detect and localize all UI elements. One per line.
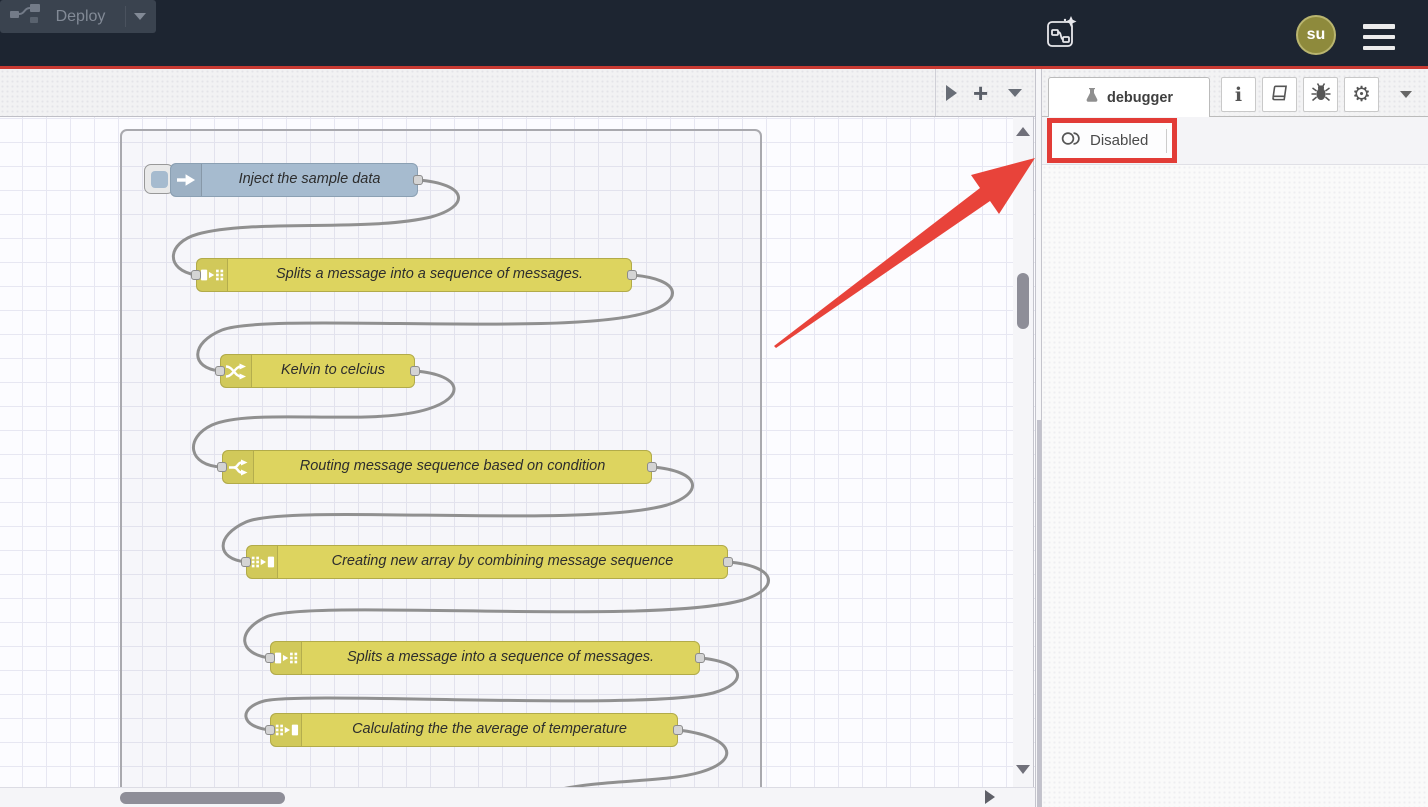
bug-button[interactable] <box>1303 77 1338 112</box>
hamburger-menu-icon[interactable] <box>1363 24 1395 50</box>
node-join-2[interactable]: Calculating the the average of temperatu… <box>270 713 678 747</box>
deploy-label: Deploy <box>40 8 121 26</box>
node-switch[interactable]: Routing message sequence based on condit… <box>222 450 652 484</box>
book-button[interactable] <box>1262 77 1297 112</box>
workspace-tab-actions: + <box>935 69 1036 116</box>
scroll-down-icon[interactable] <box>1016 765 1030 774</box>
node-split-1[interactable]: Splits a message into a sequence of mess… <box>196 258 632 292</box>
node-join-1[interactable]: Creating new array by combining message … <box>246 545 728 579</box>
chevron-down-icon[interactable] <box>1008 89 1022 97</box>
debug-sidebar-toolbar: Disabled <box>1042 117 1428 165</box>
flask-icon <box>1085 87 1099 108</box>
node-output-port[interactable] <box>413 175 423 185</box>
node-output-port[interactable] <box>410 366 420 376</box>
info-button[interactable]: i <box>1221 77 1256 112</box>
flow-sparkle-icon <box>1042 14 1080 57</box>
node-label: Kelvin to celcius <box>252 355 414 387</box>
canvas-horizontal-scrollbar[interactable] <box>0 787 1035 807</box>
chevron-down-icon[interactable] <box>134 13 146 20</box>
join-icon <box>247 546 278 578</box>
node-output-port[interactable] <box>695 653 705 663</box>
split-icon <box>197 259 228 291</box>
node-input-port[interactable] <box>191 270 201 280</box>
shuffle-arrows-icon <box>221 355 252 387</box>
node-output-port[interactable] <box>723 557 733 567</box>
deploy-button[interactable]: Deploy <box>0 0 156 33</box>
sidebar-resize-handle[interactable] <box>1035 69 1042 807</box>
join-icon <box>271 714 302 746</box>
node-change[interactable]: Kelvin to celcius <box>220 354 415 388</box>
plus-icon[interactable]: + <box>973 83 988 103</box>
node-split-2[interactable]: Splits a message into a sequence of mess… <box>270 641 700 675</box>
play-right-icon[interactable] <box>946 85 957 101</box>
deploy-nodes-icon <box>10 4 40 29</box>
node-output-port[interactable] <box>673 725 683 735</box>
node-input-port[interactable] <box>241 557 251 567</box>
horizontal-scroll-thumb[interactable] <box>120 792 285 804</box>
toggle-off-icon <box>1061 131 1082 150</box>
tab-debugger[interactable]: debugger <box>1048 77 1210 117</box>
split-icon <box>271 642 302 674</box>
node-output-port[interactable] <box>627 270 637 280</box>
debug-messages-panel[interactable] <box>1042 165 1428 807</box>
avatar-initials: su <box>1307 26 1326 44</box>
node-label: Inject the sample data <box>202 164 417 196</box>
tab-label: debugger <box>1107 90 1173 106</box>
ai-assistant-button[interactable] <box>1042 16 1080 54</box>
node-red-editor: Deploy su <box>0 0 1428 807</box>
node-label: Splits a message into a sequence of mess… <box>302 642 699 674</box>
chevron-down-icon[interactable] <box>1400 91 1412 98</box>
sidebar-tab-bar: debugger i ⚙ <box>1042 69 1428 117</box>
node-label: Splits a message into a sequence of mess… <box>228 259 631 291</box>
scroll-up-icon[interactable] <box>1016 127 1030 136</box>
header-accent-line <box>0 66 1428 69</box>
bug-icon <box>1311 82 1331 107</box>
toolbar-divider <box>1166 129 1167 153</box>
node-input-port[interactable] <box>265 653 275 663</box>
node-input-port[interactable] <box>215 366 225 376</box>
deploy-divider <box>125 6 126 27</box>
node-input-port[interactable] <box>265 725 275 735</box>
annotation-highlight-box: Disabled <box>1047 118 1177 163</box>
inject-arrow-icon <box>171 164 202 196</box>
settings-button[interactable]: ⚙ <box>1344 77 1379 112</box>
resize-grip[interactable] <box>1037 420 1041 807</box>
header-bar: Deploy su <box>0 0 1428 66</box>
node-input-port[interactable] <box>217 462 227 472</box>
disabled-label: Disabled <box>1090 132 1148 149</box>
book-icon <box>1270 83 1289 107</box>
node-inject[interactable]: Inject the sample data <box>170 163 418 197</box>
flow-canvas[interactable]: Inject the sample data Splits a message … <box>0 0 1035 787</box>
info-icon: i <box>1235 84 1242 106</box>
node-label: Routing message sequence based on condit… <box>254 451 651 483</box>
debug-disabled-toggle-button[interactable]: Disabled <box>1052 129 1167 153</box>
vertical-scroll-thumb[interactable] <box>1017 273 1029 329</box>
sidebar: debugger i ⚙ <box>1042 69 1428 807</box>
gear-icon: ⚙ <box>1352 84 1371 105</box>
canvas-vertical-scrollbar[interactable] <box>1013 117 1034 787</box>
sidebar-toolbar-buttons: i ⚙ <box>1221 77 1412 112</box>
node-label: Calculating the the average of temperatu… <box>302 714 677 746</box>
fork-arrows-icon <box>223 451 254 483</box>
workspace-tab-bar: + <box>0 69 1035 117</box>
user-avatar[interactable]: su <box>1296 15 1336 55</box>
scroll-right-icon[interactable] <box>985 790 995 804</box>
node-output-port[interactable] <box>647 462 657 472</box>
node-label: Creating new array by combining message … <box>278 546 727 578</box>
